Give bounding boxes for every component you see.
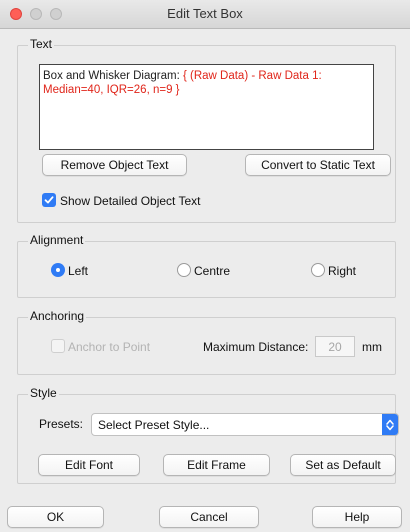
- presets-select[interactable]: Select Preset Style...: [91, 413, 399, 436]
- align-right-radio[interactable]: [311, 263, 325, 277]
- remove-object-text-button[interactable]: Remove Object Text: [42, 154, 187, 176]
- align-left-label: Left: [68, 264, 89, 278]
- window-title: Edit Text Box: [167, 6, 243, 21]
- edit-frame-button[interactable]: Edit Frame: [163, 454, 270, 476]
- show-detailed-checkbox[interactable]: [42, 193, 56, 207]
- style-group-label: Style: [28, 386, 59, 400]
- align-centre-label: Centre: [194, 264, 231, 278]
- object-text-plain: Box and Whisker Diagram:: [43, 70, 183, 82]
- updown-arrows-icon: [382, 414, 398, 435]
- set-as-default-button[interactable]: Set as Default: [290, 454, 396, 476]
- anchoring-group-label: Anchoring: [28, 309, 87, 323]
- text-group-label: Text: [28, 37, 55, 51]
- align-right-label: Right: [328, 264, 357, 278]
- max-distance-input[interactable]: 20: [315, 336, 355, 357]
- max-distance-label: Maximum Distance:: [203, 340, 309, 354]
- align-left-radio[interactable]: [51, 263, 65, 277]
- show-detailed-label: Show Detailed Object Text: [60, 194, 201, 208]
- max-distance-unit: mm: [362, 340, 382, 354]
- cancel-button[interactable]: Cancel: [159, 506, 259, 528]
- alignment-group-label: Alignment: [28, 233, 86, 247]
- presets-selected-value: Select Preset Style...: [98, 418, 210, 432]
- ok-button[interactable]: OK: [7, 506, 104, 528]
- help-button[interactable]: Help: [312, 506, 402, 528]
- edit-font-button[interactable]: Edit Font: [38, 454, 140, 476]
- anchor-to-point-checkbox[interactable]: [51, 339, 65, 353]
- title-bar: Edit Text Box: [0, 0, 410, 29]
- convert-to-static-text-button[interactable]: Convert to Static Text: [245, 154, 391, 176]
- object-text-area[interactable]: Box and Whisker Diagram: { (Raw Data) - …: [39, 64, 374, 150]
- anchor-to-point-label: Anchor to Point: [68, 340, 151, 354]
- align-centre-radio[interactable]: [177, 263, 191, 277]
- presets-label: Presets:: [39, 417, 84, 431]
- checkmark-icon: [44, 196, 54, 204]
